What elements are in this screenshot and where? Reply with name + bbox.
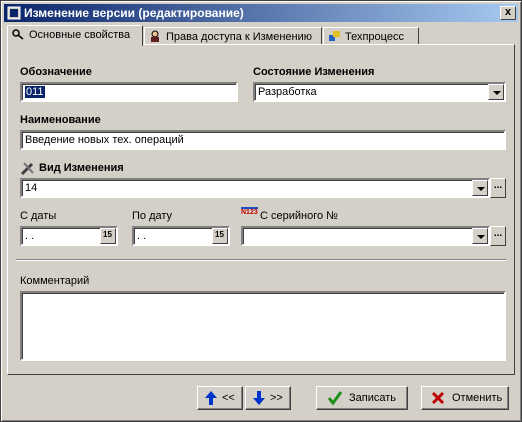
comment-label: Комментарий [20, 275, 90, 287]
comment-textarea[interactable] [20, 291, 506, 361]
state-label: Состояние Изменения [253, 66, 375, 78]
tab-label: Права доступа к Изменению [166, 31, 313, 43]
close-button[interactable]: x [500, 6, 516, 20]
serial-number-icon: N123 [241, 207, 258, 216]
name-value: Введение новых тех. операций [25, 134, 184, 146]
window-title: Изменение версии (редактирование) [24, 6, 244, 20]
tab-techprocess[interactable]: Техпроцесс [323, 27, 419, 45]
designation-field[interactable]: 011 [20, 82, 238, 102]
serial-from-browse-button[interactable]: ... [490, 226, 506, 246]
previous-label: << [222, 392, 235, 404]
next-button[interactable]: >> [245, 386, 291, 410]
state-select[interactable]: Разработка [253, 82, 506, 102]
date-to-field[interactable]: . . 15 [132, 226, 230, 246]
date-from-field[interactable]: . . 15 [20, 226, 118, 246]
date-from-label: С даты [20, 210, 57, 222]
date-to-value: . . [137, 230, 147, 242]
state-value: Разработка [258, 86, 317, 98]
next-label: >> [270, 392, 283, 404]
chevron-down-icon[interactable] [488, 84, 504, 100]
tab-label: Техпроцесс [345, 31, 404, 43]
title-bar[interactable]: Изменение версии (редактирование) x [4, 4, 518, 22]
designation-value: 011 [25, 86, 45, 98]
dialog-window: Изменение версии (редактирование) x Осно… [0, 0, 522, 422]
process-icon [329, 31, 340, 41]
tab-main-properties[interactable]: Основные свойства [7, 25, 143, 46]
checkmark-icon [327, 391, 343, 406]
chevron-down-icon[interactable] [472, 228, 488, 244]
serial-from-label: С серийного № [260, 210, 338, 222]
change-type-select[interactable]: 14 [20, 178, 490, 198]
save-button[interactable]: Записать [316, 386, 408, 410]
ellipsis-icon: ... [493, 180, 503, 191]
close-icon: x [504, 6, 512, 18]
arrow-down-icon [253, 391, 265, 405]
cross-icon [431, 391, 445, 405]
name-field[interactable]: Введение новых тех. операций [20, 130, 506, 150]
tools-icon [20, 162, 34, 176]
divider [16, 259, 506, 261]
save-label: Записать [349, 392, 397, 404]
tab-label: Основные свойства [29, 29, 131, 41]
cancel-label: Отменить [452, 392, 503, 404]
date-from-value: . . [25, 230, 35, 242]
calendar-icon[interactable]: 15 [100, 228, 116, 244]
designation-label: Обозначение [20, 66, 92, 78]
change-type-browse-button[interactable]: ... [490, 178, 506, 198]
tab-access-rights[interactable]: Права доступа к Изменению [144, 27, 322, 45]
calendar-icon[interactable]: 15 [212, 228, 228, 244]
ellipsis-icon: ... [493, 228, 503, 239]
user-icon [151, 30, 159, 42]
cancel-button[interactable]: Отменить [421, 386, 509, 410]
arrow-up-icon [205, 391, 217, 405]
chevron-down-icon[interactable] [472, 180, 488, 196]
key-icon [12, 29, 24, 40]
window-icon [7, 6, 21, 20]
tab-panel-main: Обозначение 011 Состояние Изменения Разр… [7, 44, 515, 375]
change-type-value: 14 [25, 182, 38, 194]
date-to-label: По дату [132, 210, 173, 222]
name-label: Наименование [20, 114, 101, 126]
serial-from-select[interactable] [241, 226, 490, 246]
previous-button[interactable]: << [197, 386, 243, 410]
change-type-label: Вид Изменения [39, 162, 124, 174]
